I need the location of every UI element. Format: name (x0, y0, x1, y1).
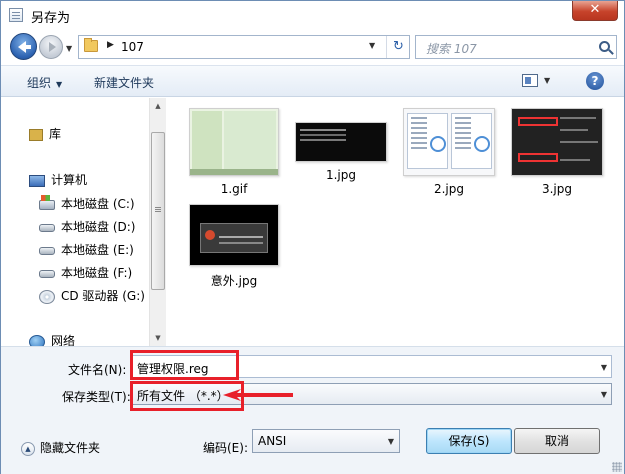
chevron-down-icon: ▼ (56, 80, 63, 89)
title-bar: 另存为 ✕ (1, 1, 624, 29)
image-thumbnail (295, 122, 387, 162)
sidebar-item-drive-d[interactable]: 本地磁盘 (D:) (39, 218, 135, 235)
sidebar-item-drive-c[interactable]: 本地磁盘 (C:) (39, 194, 135, 212)
sidebar-item-label: CD 驱动器 (G:) (61, 289, 145, 303)
filename-dropdown-icon[interactable]: ▼ (601, 363, 607, 372)
breadcrumb-arrow-icon[interactable]: ▶ (107, 40, 114, 50)
organize-label: 组织 (27, 76, 52, 90)
file-item[interactable]: 意外.jpg (188, 204, 280, 289)
file-name: 2.jpg (433, 182, 465, 196)
highlight-box-filename (130, 350, 239, 380)
command-bar: 组织 ▼ 新建文件夹 ▼ ? (1, 65, 624, 97)
sidebar-item-label: 计算机 (51, 173, 88, 187)
sidebar-item-library[interactable]: 库 (29, 125, 61, 142)
encoding-label: 编码(E): (203, 441, 248, 455)
chevron-up-icon: ▲ (21, 441, 35, 456)
save-button[interactable]: 保存(S) (426, 428, 512, 454)
file-name: 3.jpg (541, 182, 573, 196)
sidebar-item-cd-drive[interactable]: CD 驱动器 (G:) (39, 287, 145, 304)
nav-scrollbar[interactable]: ▲ ▼ (149, 98, 166, 346)
search-icon[interactable] (599, 41, 610, 52)
cd-drive-icon (39, 289, 55, 304)
file-item[interactable]: 2.jpg (403, 108, 495, 196)
sidebar-item-drive-f[interactable]: 本地磁盘 (F:) (39, 264, 132, 281)
save-form: 文件名(N): 管理权限.reg ▼ 保存类型(T): 所有文件 （*.*） ▼… (1, 346, 624, 474)
encoding-value: ANSI (258, 434, 287, 448)
navigation-bar: ▼ ▶ 107 ▼ ↻ 搜索 107 (1, 29, 624, 63)
forward-button[interactable] (39, 35, 63, 59)
resize-grip[interactable] (612, 462, 622, 472)
cancel-button[interactable]: 取消 (514, 428, 600, 454)
red-arrow-icon (223, 389, 293, 401)
scroll-thumb[interactable] (151, 132, 165, 290)
change-view-icon[interactable] (522, 74, 538, 87)
sidebar-item-label: 本地磁盘 (C:) (61, 197, 135, 211)
sidebar-item-label: 本地磁盘 (E:) (61, 243, 134, 257)
drive-icon (39, 269, 55, 278)
hide-folders-button[interactable]: ▲ 隐藏文件夹 (21, 439, 100, 456)
breadcrumb[interactable]: 107 (121, 40, 144, 54)
filename-label: 文件名(N): (68, 363, 127, 377)
drive-icon (39, 246, 55, 255)
sidebar-item-label: 本地磁盘 (F:) (61, 266, 133, 280)
scroll-up-icon[interactable]: ▲ (150, 98, 166, 114)
history-dropdown-icon[interactable]: ▼ (66, 44, 72, 53)
filetype-label: 保存类型(T): (62, 390, 131, 404)
help-button[interactable]: ? (586, 72, 604, 90)
dialog-icon (9, 8, 23, 22)
scroll-down-icon[interactable]: ▼ (150, 330, 166, 346)
back-button[interactable] (10, 33, 37, 60)
refresh-button[interactable]: ↻ (386, 36, 410, 58)
encoding-select[interactable]: ANSI ▼ (252, 429, 400, 453)
image-thumbnail (189, 204, 279, 266)
view-dropdown-icon[interactable]: ▼ (544, 76, 550, 85)
file-item[interactable]: 1.gif (188, 108, 280, 196)
computer-icon (29, 174, 45, 187)
new-folder-button[interactable]: 新建文件夹 (94, 74, 154, 91)
search-placeholder: 搜索 107 (426, 42, 477, 56)
file-item[interactable]: 1.jpg (295, 108, 387, 182)
sidebar-item-label: 库 (49, 127, 62, 141)
image-thumbnail (511, 108, 603, 176)
navigation-pane: 库 计算机 本地磁盘 (C:) 本地磁盘 (D:) 本地磁盘 (E:) 本地磁盘… (1, 98, 165, 349)
chevron-down-icon: ▼ (600, 390, 607, 399)
file-name: 意外.jpg (210, 274, 258, 288)
library-icon (29, 128, 43, 141)
file-list: 1.gif 1.jpg 2.jpg 3.jpg 意外.jpg (166, 98, 624, 346)
image-thumbnail (189, 108, 279, 176)
file-name: 1.gif (220, 182, 248, 196)
sidebar-item-computer[interactable]: 计算机 (29, 171, 87, 188)
sidebar-item-drive-e[interactable]: 本地磁盘 (E:) (39, 241, 134, 258)
file-item[interactable]: 3.jpg (511, 108, 603, 196)
save-as-dialog: 另存为 ✕ ▼ ▶ 107 ▼ ↻ 搜索 107 组织 ▼ 新建文件夹 ▼ ? 库… (0, 0, 625, 474)
search-input[interactable]: 搜索 107 (415, 35, 617, 59)
folder-icon (84, 38, 98, 52)
chevron-down-icon: ▼ (387, 437, 394, 446)
image-thumbnail (403, 108, 495, 176)
address-bar[interactable]: ▶ 107 ▼ ↻ (78, 35, 410, 59)
window-title: 另存为 (31, 11, 71, 26)
address-dropdown-icon[interactable]: ▼ (369, 41, 375, 50)
file-name: 1.jpg (325, 168, 357, 182)
sidebar-item-label: 本地磁盘 (D:) (61, 220, 136, 234)
system-drive-icon (39, 194, 55, 210)
drive-icon (39, 223, 55, 232)
hide-folders-label: 隐藏文件夹 (40, 441, 101, 455)
close-button[interactable]: ✕ (572, 1, 618, 21)
organize-button[interactable]: 组织 ▼ (27, 74, 62, 91)
